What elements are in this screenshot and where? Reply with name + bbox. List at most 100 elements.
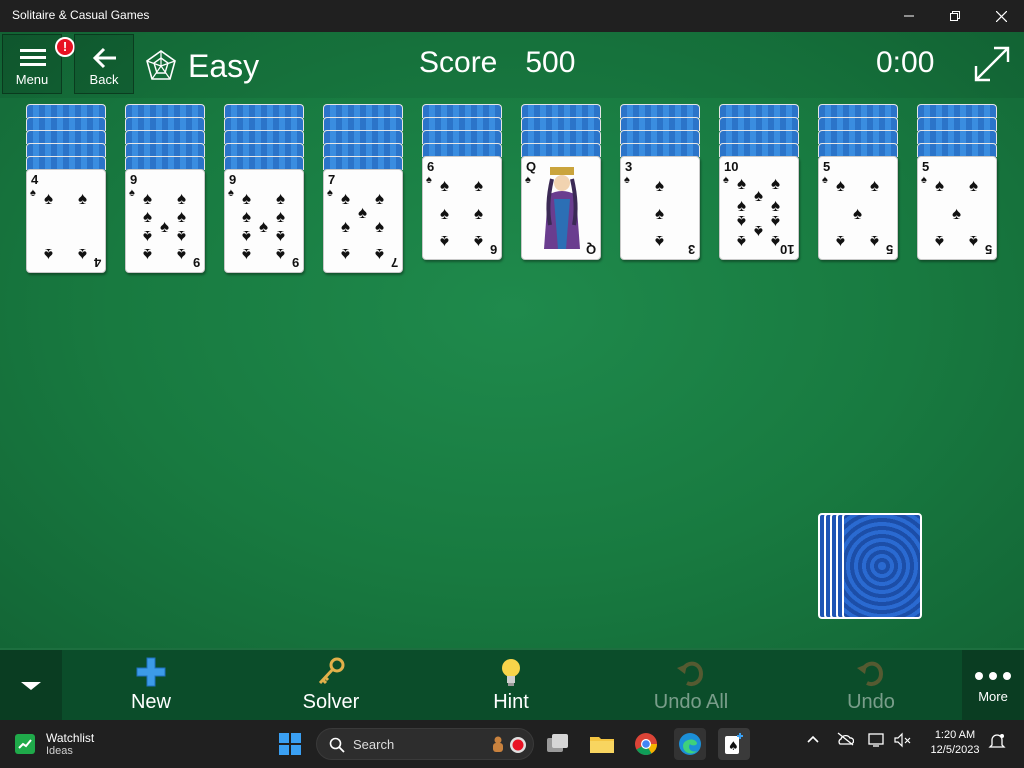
- menu-button[interactable]: Menu !: [2, 34, 75, 94]
- back-button[interactable]: Back: [74, 34, 134, 94]
- task-view-button[interactable]: [542, 728, 574, 760]
- face-up-card[interactable]: Q ♠ Q: [521, 156, 601, 260]
- spade-icon: ♠: [525, 174, 531, 186]
- fullscreen-button[interactable]: [972, 44, 1012, 84]
- spade-pip-icon: ♠: [754, 186, 764, 205]
- face-down-card: [719, 130, 799, 144]
- volume-tray-icon[interactable]: [894, 732, 912, 751]
- face-up-card[interactable]: 9 ♠ 9 ♠ ♠ ♠ ♠ ♠ ♠ ♠ ♠ ♠: [224, 169, 304, 273]
- face-up-card[interactable]: 4 ♠ 4 ♠ ♠ ♠ ♠: [26, 169, 106, 273]
- card-rank-corner: 9: [291, 255, 299, 270]
- face-down-card: [224, 117, 304, 131]
- spade-pip-icon: ♠: [375, 189, 385, 208]
- watchlist-widget[interactable]: Watchlist Ideas: [14, 728, 94, 760]
- chrome-button[interactable]: [630, 728, 662, 760]
- spade-pip-icon: ♠: [440, 232, 450, 251]
- face-down-card: [422, 143, 502, 157]
- taskbar-search[interactable]: Search: [316, 728, 534, 760]
- undo-all-icon: [677, 661, 704, 686]
- clock-date: 12/5/2023: [930, 744, 980, 756]
- spade-pip-icon: ♠: [341, 217, 351, 236]
- face-up-card[interactable]: 5 ♠ 5 ♠ ♠ ♠ ♠ ♠: [818, 156, 898, 260]
- face-down-card: [521, 130, 601, 144]
- spade-pip-icon: ♠: [78, 245, 88, 264]
- undo-button[interactable]: Undo: [811, 650, 931, 720]
- solver-button[interactable]: Solver: [271, 650, 391, 720]
- more-label: More: [978, 689, 1008, 704]
- spade-pip-icon: ♠: [177, 227, 187, 246]
- notifications-button[interactable]: [988, 732, 1006, 753]
- hint-button[interactable]: Hint: [451, 650, 571, 720]
- face-up-card[interactable]: 6 ♠ 6 ♠ ♠ ♠ ♠ ♠ ♠: [422, 156, 502, 260]
- stock-card[interactable]: [842, 513, 922, 619]
- solver-label: Solver: [302, 691, 360, 713]
- collapse-toolbar-button[interactable]: [0, 650, 62, 720]
- network-icon: [868, 733, 884, 747]
- edge-icon: [679, 733, 701, 755]
- new-game-button[interactable]: New: [91, 650, 211, 720]
- difficulty-indicator: Easy: [144, 46, 259, 86]
- face-up-card[interactable]: 3 ♠ 3 ♠ ♠ ♠: [620, 156, 700, 260]
- chevron-up-icon: [807, 735, 819, 743]
- face-down-card: [323, 143, 403, 157]
- face-up-card[interactable]: 5 ♠ 5 ♠ ♠ ♠ ♠ ♠: [917, 156, 997, 260]
- face-down-card: [521, 104, 601, 118]
- spade-pip-icon: ♠: [952, 204, 962, 223]
- face-down-card: [620, 143, 700, 157]
- spade-pip-icon: ♠: [754, 222, 764, 241]
- spade-pip-icon: ♠: [771, 232, 781, 251]
- spade-pip-icon: ♠: [259, 217, 269, 236]
- show-hidden-icons-button[interactable]: [806, 732, 820, 749]
- spade-pip-icon: ♠: [341, 189, 351, 208]
- minimize-button[interactable]: [886, 0, 932, 32]
- spade-pip-icon: ♠: [143, 207, 153, 226]
- spade-pip-icon: ♠: [341, 245, 351, 264]
- volume-muted-icon: [894, 732, 911, 748]
- onedrive-tray-icon[interactable]: [836, 732, 855, 749]
- card-rank-corner: 5: [885, 242, 893, 257]
- face-down-card: [323, 104, 403, 118]
- face-down-card: [26, 117, 106, 131]
- score-display: Score 500: [419, 46, 575, 80]
- face-down-card: [224, 143, 304, 157]
- minimize-icon: [904, 15, 914, 17]
- spade-pip-icon: ♠: [242, 227, 252, 246]
- card-rank-corner: 4: [93, 255, 101, 270]
- taskbar-clock[interactable]: 1:20 AM 12/5/2023: [920, 728, 990, 758]
- face-down-card: [323, 156, 403, 170]
- more-button[interactable]: More: [962, 650, 1024, 720]
- network-tray-icon[interactable]: [868, 732, 886, 751]
- spade-pip-icon: ♠: [276, 207, 286, 226]
- lightbulb-icon: [502, 659, 520, 686]
- solitaire-app-button[interactable]: ♠: [718, 728, 750, 760]
- spade-pip-icon: ♠: [737, 212, 747, 231]
- face-down-card: [125, 104, 205, 118]
- expand-icon: [974, 46, 1010, 82]
- undo-all-button[interactable]: Undo All: [631, 650, 751, 720]
- face-up-card[interactable]: 9 ♠ 9 ♠ ♠ ♠ ♠ ♠ ♠ ♠ ♠ ♠: [125, 169, 205, 273]
- face-down-card: [26, 130, 106, 144]
- face-up-card[interactable]: 7 ♠ 7 ♠ ♠ ♠ ♠ ♠ ♠ ♠: [323, 169, 403, 273]
- file-explorer-button[interactable]: [586, 728, 618, 760]
- card-rank: 5: [823, 159, 831, 174]
- windows-logo-icon: [279, 733, 301, 755]
- card-rank-corner: 3: [687, 242, 695, 257]
- face-up-card[interactable]: 10 ♠ 10 ♠ ♠ ♠ ♠ ♠ ♠ ♠ ♠ ♠ ♠: [719, 156, 799, 260]
- folder-icon: [590, 737, 614, 753]
- spade-pip-icon: ♠: [655, 176, 665, 195]
- card-rank-corner: 6: [489, 242, 497, 257]
- close-button[interactable]: [978, 0, 1024, 32]
- face-down-card: [323, 117, 403, 131]
- spade-pip-icon: ♠: [242, 189, 252, 208]
- restore-button[interactable]: [932, 0, 978, 32]
- spade-pip-icon: ♠: [737, 232, 747, 251]
- card-rank: 3: [625, 159, 633, 174]
- face-down-card: [620, 104, 700, 118]
- score-value: 500: [525, 46, 576, 79]
- stock-chart-icon: [15, 734, 35, 754]
- edge-button[interactable]: [674, 728, 706, 760]
- start-button[interactable]: [274, 728, 306, 760]
- gingerbread-icon: [493, 736, 503, 752]
- face-down-card: [125, 156, 205, 170]
- ellipsis-icon: [975, 672, 1011, 680]
